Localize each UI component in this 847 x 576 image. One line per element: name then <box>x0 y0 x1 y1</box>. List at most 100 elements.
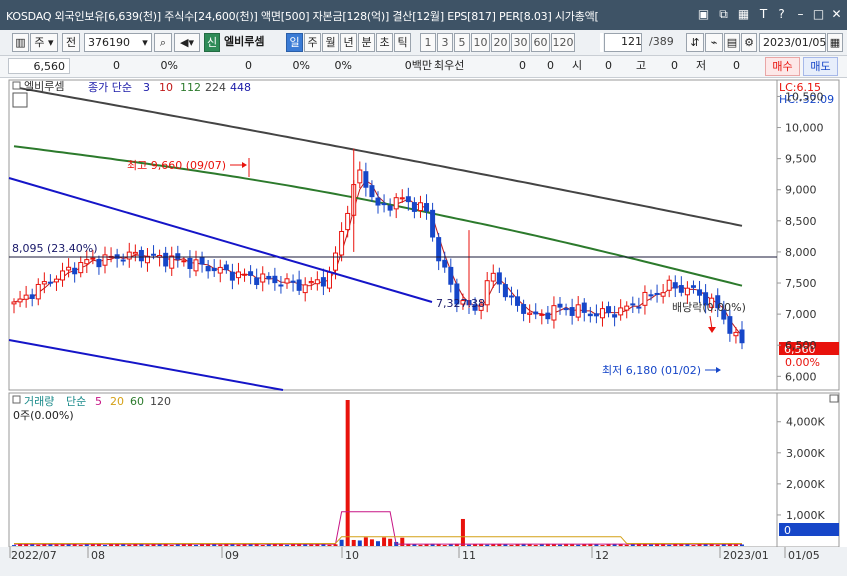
total-count: /389 <box>649 35 674 48</box>
table-icon[interactable] <box>12 92 28 108</box>
candle-body <box>66 266 72 271</box>
volume-panel-toggle-icon[interactable] <box>12 395 21 404</box>
chevron-down-icon[interactable]: ▾ <box>138 34 152 51</box>
popout-icon[interactable]: ⧉ <box>716 7 731 22</box>
volume-bar <box>551 544 556 546</box>
candle-body <box>193 259 199 272</box>
volume-bar <box>691 545 696 546</box>
interval-button-20[interactable]: 20 <box>491 33 510 52</box>
interval-button-60[interactable]: 60 <box>531 33 550 52</box>
volume-bar <box>418 544 423 546</box>
volume-bar <box>151 544 156 546</box>
volume-indicator-label: 단순 <box>66 395 86 408</box>
candle-body <box>569 307 575 316</box>
sell-button[interactable]: 매도 <box>803 57 838 76</box>
current-price-pct: 0.00% <box>785 356 820 369</box>
candle-body <box>29 294 35 299</box>
candle-body <box>484 280 490 306</box>
period-tab-1[interactable]: 주 <box>304 33 321 52</box>
candle-body <box>181 260 187 263</box>
interval-button-120[interactable]: 120 <box>551 33 575 52</box>
help-icon[interactable]: ? <box>774 7 789 22</box>
period-tab-0[interactable]: 일 <box>286 33 303 52</box>
chart-area[interactable]: 엘비루셈 종가 단순 3 10 112 224 448 LC:6.15 HC:-… <box>0 78 847 576</box>
candle-body <box>515 296 521 306</box>
buy-button[interactable]: 매수 <box>765 57 800 76</box>
ma-period-224: 224 <box>205 81 226 94</box>
grid-icon[interactable]: ▦ <box>736 7 751 22</box>
volume-axis-label: 3,000K <box>786 447 825 460</box>
calendar-icon[interactable]: ▦ <box>827 33 843 52</box>
volume-bar <box>667 544 672 546</box>
candle-body <box>563 308 569 311</box>
stock-chart[interactable]: 엘비루셈 종가 단순 3 10 112 224 448 LC:6.15 HC:-… <box>0 78 847 576</box>
candle-body <box>333 252 339 271</box>
candle-body <box>521 304 527 314</box>
type-select[interactable]: 주 ▾ <box>30 33 58 52</box>
search-icon[interactable]: ⌕ <box>154 33 172 52</box>
candle-body <box>581 302 587 313</box>
volume-sub-label: 0주(0.00%) <box>13 409 74 422</box>
volume-bar <box>485 544 490 546</box>
candle-body <box>308 281 314 284</box>
interval-button-30[interactable]: 30 <box>511 33 530 52</box>
candle-body <box>387 205 393 211</box>
open-price: 0 <box>605 59 612 72</box>
close-icon[interactable]: ✕ <box>829 7 844 22</box>
speaker-icon[interactable]: ◀▾ <box>174 33 200 52</box>
candle-body <box>217 266 223 274</box>
period-tab-3[interactable]: 년 <box>340 33 357 52</box>
low-annotation: 최저 6,180 (01/02) <box>602 364 701 377</box>
date-input[interactable]: 2023/01/05 <box>759 33 826 52</box>
candle-body <box>587 313 593 317</box>
candle-body <box>339 230 345 256</box>
maximize-icon[interactable]: □ <box>811 7 826 22</box>
period-tab-6[interactable]: 틱 <box>394 33 411 52</box>
volume-close-icon[interactable] <box>829 394 839 403</box>
minimize-icon[interactable]: – <box>793 7 808 22</box>
candle-body <box>557 303 563 308</box>
y-axis-label: 9,000 <box>785 184 817 197</box>
open-label: 시 <box>572 59 583 72</box>
ma-period-448: 448 <box>230 81 251 94</box>
volume2-pct: 0% <box>334 59 352 72</box>
text-icon[interactable]: T <box>756 7 771 22</box>
candle-body <box>375 197 381 206</box>
candle-body <box>733 331 739 337</box>
interval-button-10[interactable]: 10 <box>471 33 490 52</box>
candle-body <box>175 253 181 260</box>
interval-button-5[interactable]: 5 <box>454 33 470 52</box>
period-tab-5[interactable]: 초 <box>376 33 393 52</box>
volume-bar <box>260 545 265 546</box>
gear-icon[interactable]: ⚙ <box>741 33 757 52</box>
best-price-2: 0 <box>547 59 554 72</box>
layout-icon[interactable]: ▥ <box>12 33 29 52</box>
new-listing-badge: 신 <box>204 33 220 52</box>
period-tab-4[interactable]: 분 <box>358 33 375 52</box>
volume-axis-label: 2,000K <box>786 478 825 491</box>
market-button[interactable]: 전 <box>62 33 80 52</box>
panel-toggle-icon[interactable] <box>12 81 21 90</box>
y-axis-label: 8,000 <box>785 246 817 259</box>
period-tab-2[interactable]: 월 <box>322 33 339 52</box>
save-icon[interactable]: ▤ <box>724 33 740 52</box>
x-axis-label: 11 <box>462 549 476 562</box>
compare-icon[interactable]: ⇵ <box>686 33 704 52</box>
candle-body <box>266 275 272 280</box>
high-price: 0 <box>671 59 678 72</box>
volume: 0 <box>245 59 252 72</box>
candle-body <box>697 289 703 296</box>
interval-button-3[interactable]: 3 <box>437 33 453 52</box>
candle-body <box>17 298 23 303</box>
y-axis-label: 10,500 <box>785 90 824 103</box>
volume-bar <box>54 544 59 546</box>
volume-bar <box>357 540 362 546</box>
volume-bar <box>36 544 41 546</box>
count-input[interactable]: 121 <box>616 33 644 52</box>
interval-button-1[interactable]: 1 <box>420 33 436 52</box>
candle-body <box>527 312 533 315</box>
restore-icon[interactable]: ▣ <box>696 7 711 22</box>
candle-body <box>187 257 193 269</box>
tool-icon[interactable]: ⌁ <box>705 33 723 52</box>
candle-body <box>72 267 78 275</box>
